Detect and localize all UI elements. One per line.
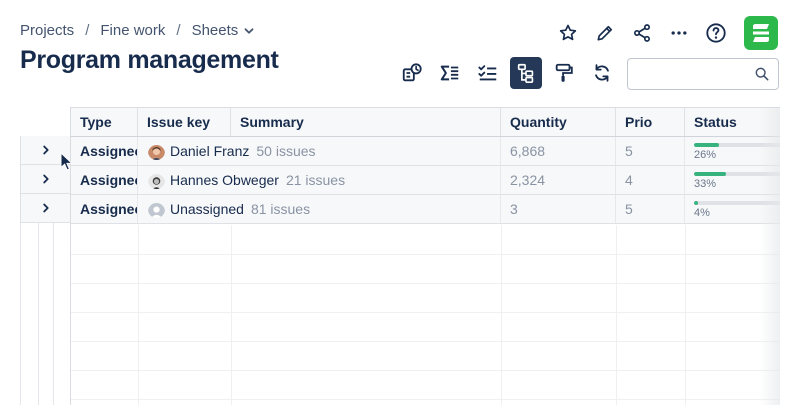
grid-line: [685, 225, 686, 405]
quantity-cell: 2,324: [501, 166, 616, 194]
refresh-icon[interactable]: [586, 57, 618, 89]
app-page: Projects / Fine work / Sheets Program ma…: [0, 0, 800, 405]
prio-cell: 4: [616, 166, 685, 194]
assignee-name: Daniel Franz: [170, 143, 250, 159]
search-input[interactable]: [628, 59, 748, 89]
chevron-right-icon: [42, 174, 49, 184]
column-header-issue-key[interactable]: Issue key: [138, 108, 231, 136]
issue-key-cell: Hannes Obweger 21 issues: [138, 166, 501, 194]
page-title: Program management: [20, 46, 279, 74]
column-header-type[interactable]: Type: [71, 108, 138, 136]
breadcrumb-separator: /: [85, 22, 90, 39]
status-progress-fill: [694, 172, 726, 176]
top-actions: [543, 16, 778, 50]
breadcrumb-separator: /: [176, 22, 181, 39]
grid-line: [71, 341, 780, 342]
grid-line: [231, 225, 232, 405]
issue-count: 81 issues: [250, 201, 311, 217]
chevron-down-icon[interactable]: [244, 26, 254, 36]
issue-count: 21 issues: [285, 172, 346, 188]
expand-row-button[interactable]: [20, 194, 70, 223]
type-cell: Assignee: [71, 195, 138, 223]
app-logo-icon[interactable]: [744, 16, 778, 50]
assignee-name: Unassigned: [170, 201, 244, 217]
avatar: [148, 172, 165, 189]
search-box: [627, 58, 779, 90]
prio-cell: 5: [616, 195, 685, 223]
search-icon[interactable]: [754, 66, 770, 87]
table-row[interactable]: Assignee Unassigned 81 issues 3 5 4%: [71, 195, 780, 224]
prio-cell: 5: [616, 137, 685, 165]
more-icon[interactable]: [667, 21, 691, 45]
sigma-icon[interactable]: [434, 57, 466, 89]
grid-line: [71, 370, 780, 371]
chevron-right-icon: [42, 145, 49, 155]
breadcrumb: Projects / Fine work / Sheets: [20, 22, 254, 39]
breadcrumb-sheets[interactable]: Sheets: [192, 22, 239, 39]
status-progress-fill: [694, 201, 698, 205]
grid-line: [71, 283, 780, 284]
grid-line: [71, 399, 780, 400]
paint-roller-icon[interactable]: [548, 57, 580, 89]
avatar: [148, 143, 165, 160]
grid-line: [616, 225, 617, 405]
quantity-cell: 3: [501, 195, 616, 223]
table-row[interactable]: Assignee Daniel Franz 50 issues 6,868 5 …: [71, 137, 780, 166]
breadcrumb-projects[interactable]: Projects: [20, 22, 74, 39]
star-icon[interactable]: [556, 21, 580, 45]
pencil-icon[interactable]: [593, 21, 617, 45]
breadcrumb-fine-work[interactable]: Fine work: [100, 22, 165, 39]
column-header-quantity[interactable]: Quantity: [501, 108, 616, 136]
column-header-prio[interactable]: Prio: [616, 108, 685, 136]
column-header-summary[interactable]: Summary: [231, 108, 501, 136]
grid-line: [71, 254, 780, 255]
issue-key-cell: Unassigned 81 issues: [138, 195, 501, 223]
issue-key-cell: Daniel Franz 50 issues: [138, 137, 501, 165]
table-header: Type Issue key Summary Quantity Prio Sta…: [71, 108, 780, 137]
grid-body: Type Issue key Summary Quantity Prio Sta…: [70, 107, 780, 405]
share-icon[interactable]: [630, 21, 654, 45]
grid-line: [138, 225, 139, 405]
mouse-pointer-icon: [60, 152, 74, 171]
horizontal-scroll-shadow: [760, 108, 780, 405]
issue-count: 50 issues: [256, 143, 316, 159]
type-cell: Assignee: [71, 166, 138, 194]
assignee-name: Hannes Obweger: [170, 172, 279, 188]
grid-line: [501, 225, 502, 405]
hierarchy-icon[interactable]: [510, 57, 542, 89]
quantity-cell: 6,868: [501, 137, 616, 165]
summary-clock-icon[interactable]: [396, 57, 428, 89]
type-cell: Assignee: [71, 137, 138, 165]
chevron-right-icon: [42, 203, 49, 213]
checklist-icon[interactable]: [472, 57, 504, 89]
table-row[interactable]: Assignee Hannes Obweger 21 issues 2,324 …: [71, 166, 780, 195]
data-grid: Type Issue key Summary Quantity Prio Sta…: [20, 107, 780, 405]
unassigned-avatar-icon: [148, 201, 165, 218]
status-progress-fill: [694, 143, 719, 147]
toolbar: [396, 57, 624, 89]
grid-line: [71, 312, 780, 313]
help-icon[interactable]: [704, 21, 728, 45]
